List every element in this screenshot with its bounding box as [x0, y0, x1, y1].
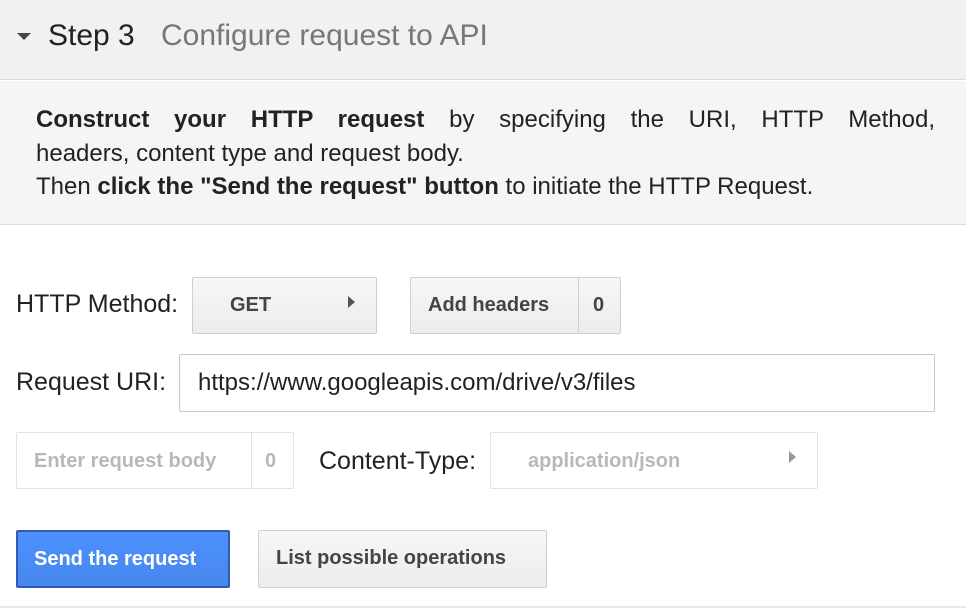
description-line-3: Then click the "Send the request" button… [36, 170, 813, 204]
list-operations-button[interactable]: List possible operations [258, 530, 547, 588]
add-headers-button[interactable]: Add headers 0 [410, 277, 621, 334]
step-header[interactable]: Step 3 Configure request to API [0, 0, 966, 80]
request-body-label: Enter request body [34, 450, 217, 472]
caret-right-icon [789, 451, 796, 463]
description-text-1: by specifying the URI, HTTP Method, [449, 106, 936, 133]
content-type-value: application/json [528, 450, 681, 472]
step-number: Step 3 [48, 19, 135, 52]
request-uri-input[interactable] [179, 354, 935, 412]
description-bold-3: click the "Send the request" button [97, 173, 499, 200]
description-text-3a: Then [36, 173, 91, 200]
description-line-2: headers, content type and request body. [36, 140, 464, 167]
button-divider [578, 278, 579, 333]
send-request-label: Send the request [34, 548, 197, 570]
step-title: Configure request to API [161, 19, 488, 52]
list-operations-label: List possible operations [276, 547, 507, 569]
content-type-label: Content-Type: [319, 447, 477, 475]
button-divider [251, 433, 252, 488]
content-type-dropdown[interactable]: application/json [490, 432, 818, 489]
add-headers-label: Add headers [428, 294, 550, 316]
http-method-label: HTTP Method: [16, 290, 179, 318]
description-text-3b: to initiate the HTTP Request. [505, 173, 814, 200]
request-body-button[interactable]: Enter request body 0 [16, 432, 294, 489]
caret-right-icon [348, 296, 355, 308]
section-divider [0, 606, 966, 608]
headers-count: 0 [593, 294, 605, 316]
description-line-1: Construct your HTTP request by specifyin… [36, 103, 935, 137]
api-explorer-step: Step 3 Configure request to API Construc… [0, 0, 966, 612]
body-count: 0 [265, 450, 277, 472]
step-description: Construct your HTTP request by specifyin… [0, 81, 966, 225]
caret-down-icon[interactable] [17, 33, 31, 40]
description-bold-1: Construct your HTTP request [36, 106, 425, 133]
http-method-value: GET [230, 294, 272, 316]
request-uri-label: Request URI: [16, 368, 167, 396]
send-request-button[interactable]: Send the request [16, 530, 230, 588]
http-method-dropdown[interactable]: GET [192, 277, 377, 334]
